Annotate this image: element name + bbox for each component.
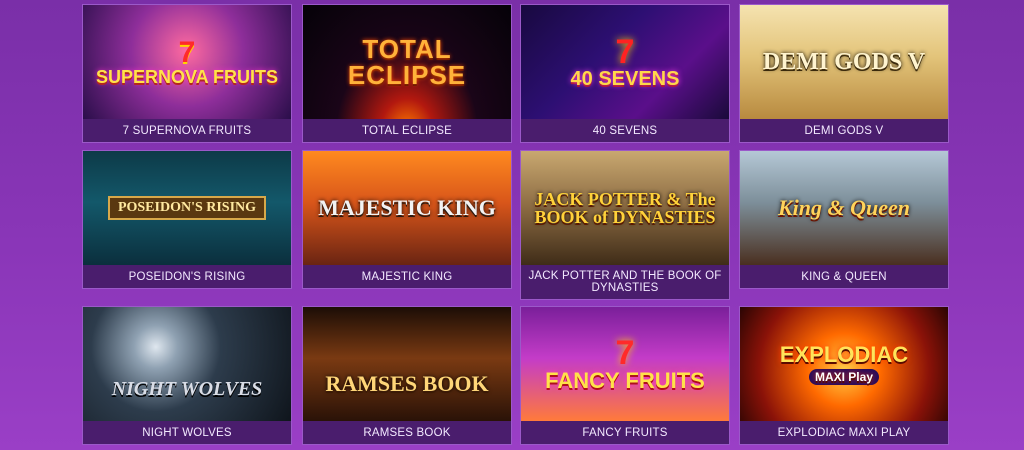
art-subtitle: MAXI Play bbox=[808, 368, 879, 385]
game-tile-fancy-fruits[interactable]: 7 FANCY FRUITS FANCY FRUITS bbox=[520, 306, 730, 445]
game-title[interactable]: RAMSES BOOK bbox=[303, 421, 511, 444]
game-tile-7-supernova-fruits[interactable]: 7 SUPERNOVA FRUITS 7 SUPERNOVA FRUITS bbox=[82, 4, 292, 143]
game-art-title: JACK POTTER & The BOOK of DYNASTIES bbox=[534, 189, 716, 227]
art-seven: 7 bbox=[615, 334, 635, 372]
game-tile-night-wolves[interactable]: NIGHT WOLVES NIGHT WOLVES bbox=[82, 306, 292, 445]
game-art-title: RAMSES BOOK bbox=[325, 371, 489, 396]
game-tile-ramses-book[interactable]: RAMSES BOOK RAMSES BOOK bbox=[302, 306, 512, 445]
game-title[interactable]: 40 SEVENS bbox=[521, 119, 729, 142]
art-title-text: EXPLODIAC bbox=[779, 341, 909, 367]
game-tile-king-and-queen[interactable]: King & Queen KING & QUEEN bbox=[739, 150, 949, 289]
game-title[interactable]: 7 SUPERNOVA FRUITS bbox=[83, 119, 291, 142]
game-title[interactable]: DEMI GODS V bbox=[740, 119, 948, 142]
game-title[interactable]: JACK POTTER AND THE BOOK OF DYNASTIES bbox=[521, 265, 729, 299]
game-art-title: MAJESTIC KING bbox=[318, 195, 496, 220]
game-tile-40-sevens[interactable]: 7 40 SEVENS 40 SEVENS bbox=[520, 4, 730, 143]
game-thumbnail[interactable]: NIGHT WOLVES bbox=[83, 307, 291, 421]
game-thumbnail[interactable]: DEMI GODS V bbox=[740, 5, 948, 119]
art-seven: 7 bbox=[615, 33, 635, 71]
game-title[interactable]: NIGHT WOLVES bbox=[83, 421, 291, 444]
game-tile-jack-potter[interactable]: JACK POTTER & The BOOK of DYNASTIES JACK… bbox=[520, 150, 730, 300]
game-title[interactable]: MAJESTIC KING bbox=[303, 265, 511, 288]
game-title[interactable]: EXPLODIAC MAXI PLAY bbox=[740, 421, 948, 444]
game-title[interactable]: FANCY FRUITS bbox=[521, 421, 729, 444]
game-thumbnail[interactable]: POSEIDON'S RISING bbox=[83, 151, 291, 265]
game-tile-poseidons-rising[interactable]: POSEIDON'S RISING POSEIDON'S RISING bbox=[82, 150, 292, 289]
game-art-title: King & Queen bbox=[777, 195, 911, 220]
game-title[interactable]: KING & QUEEN bbox=[740, 265, 948, 288]
game-art-title: 7 SUPERNOVA FRUITS bbox=[90, 36, 284, 87]
game-art-title: TOTAL ECLIPSE bbox=[347, 34, 467, 90]
game-thumbnail[interactable]: 7 FANCY FRUITS bbox=[521, 307, 729, 421]
game-art-title: 7 40 SEVENS bbox=[565, 35, 686, 89]
game-thumbnail[interactable]: MAJESTIC KING bbox=[303, 151, 511, 265]
game-tile-total-eclipse[interactable]: TOTAL ECLIPSE TOTAL ECLIPSE bbox=[302, 4, 512, 143]
game-art-title: NIGHT WOLVES bbox=[111, 378, 263, 400]
game-title[interactable]: TOTAL ECLIPSE bbox=[303, 119, 511, 142]
art-title-text: FANCY FRUITS bbox=[545, 368, 705, 393]
game-thumbnail[interactable]: 7 40 SEVENS bbox=[521, 5, 729, 119]
game-art-title: 7 FANCY FRUITS bbox=[539, 336, 711, 392]
game-tile-demi-gods-v[interactable]: DEMI GODS V DEMI GODS V bbox=[739, 4, 949, 143]
game-thumbnail[interactable]: King & Queen bbox=[740, 151, 948, 265]
game-tile-explodiac-maxi-play[interactable]: EXPLODIAC MAXI Play EXPLODIAC MAXI PLAY bbox=[739, 306, 949, 445]
game-thumbnail[interactable]: RAMSES BOOK bbox=[303, 307, 511, 421]
art-title-text: SUPERNOVA FRUITS bbox=[95, 67, 278, 87]
game-grid: 7 SUPERNOVA FRUITS 7 SUPERNOVA FRUITS TO… bbox=[0, 0, 1024, 450]
game-art-title: EXPLODIAC MAXI Play bbox=[774, 341, 914, 385]
art-seven: 7 bbox=[178, 36, 196, 69]
game-thumbnail[interactable]: EXPLODIAC MAXI Play bbox=[740, 307, 948, 421]
game-art-title: POSEIDON'S RISING bbox=[107, 196, 267, 220]
game-title[interactable]: POSEIDON'S RISING bbox=[83, 265, 291, 288]
game-thumbnail[interactable]: TOTAL ECLIPSE bbox=[303, 5, 511, 119]
game-thumbnail[interactable]: 7 SUPERNOVA FRUITS bbox=[83, 5, 291, 119]
art-title-text: 40 SEVENS bbox=[570, 68, 680, 90]
game-thumbnail[interactable]: JACK POTTER & The BOOK of DYNASTIES bbox=[521, 151, 729, 265]
game-tile-majestic-king[interactable]: MAJESTIC KING MAJESTIC KING bbox=[302, 150, 512, 289]
game-art-title: DEMI GODS V bbox=[762, 49, 926, 75]
